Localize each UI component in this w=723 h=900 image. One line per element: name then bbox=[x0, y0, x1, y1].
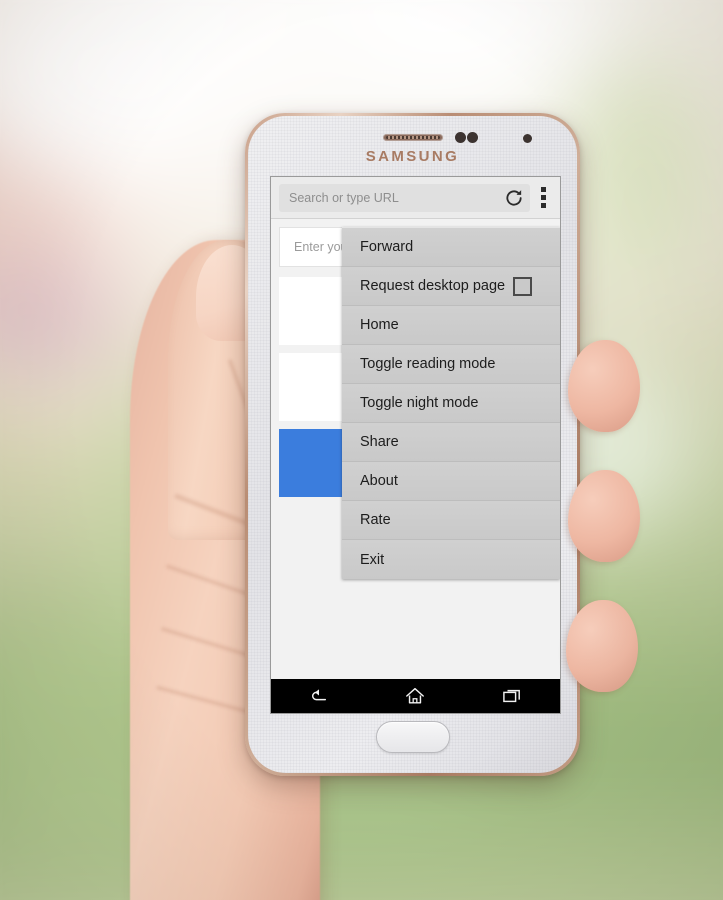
menu-item-label: Exit bbox=[360, 551, 385, 568]
light-sensor-icon bbox=[467, 132, 478, 143]
menu-item-share[interactable]: Share bbox=[342, 423, 560, 462]
menu-item-label: Toggle reading mode bbox=[360, 356, 496, 372]
menu-item-label: About bbox=[360, 473, 398, 489]
earpiece-speaker bbox=[382, 134, 443, 141]
reload-icon[interactable] bbox=[504, 188, 524, 208]
overflow-menu: Forward Request desktop page Home Toggle… bbox=[342, 227, 560, 579]
back-icon[interactable] bbox=[308, 687, 330, 705]
front-camera-icon bbox=[523, 134, 532, 143]
home-icon[interactable] bbox=[404, 686, 426, 706]
menu-item-rate[interactable]: Rate bbox=[342, 501, 560, 540]
menu-item-label: Share bbox=[360, 434, 399, 450]
proximity-sensor-icon bbox=[455, 132, 466, 143]
url-bar[interactable]: Search or type URL bbox=[279, 183, 530, 212]
menu-item-about[interactable]: About bbox=[342, 462, 560, 501]
three-dot-menu-icon[interactable] bbox=[530, 181, 556, 215]
menu-item-label: Rate bbox=[360, 512, 391, 528]
brand-logo: SAMSUNG bbox=[365, 148, 460, 165]
menu-item-home[interactable]: Home bbox=[342, 306, 560, 345]
menu-item-label: Home bbox=[360, 317, 399, 333]
url-input[interactable]: Search or type URL bbox=[289, 191, 504, 205]
phone-body: SAMSUNG Search or type URL Enter your Fo… bbox=[248, 116, 577, 773]
browser-toolbar: Search or type URL bbox=[271, 177, 560, 219]
menu-item-forward[interactable]: Forward bbox=[342, 228, 560, 267]
menu-item-label: Forward bbox=[360, 239, 414, 255]
menu-item-toggle-night-mode[interactable]: Toggle night mode bbox=[342, 384, 560, 423]
menu-item-exit[interactable]: Exit bbox=[342, 540, 560, 579]
request-desktop-checkbox[interactable] bbox=[513, 276, 532, 296]
recent-apps-icon[interactable] bbox=[501, 687, 523, 705]
android-nav-bar bbox=[271, 679, 560, 713]
home-hardware-button[interactable] bbox=[375, 721, 450, 753]
scene: SAMSUNG Search or type URL Enter your Fo… bbox=[0, 0, 723, 900]
menu-item-toggle-reading-mode[interactable]: Toggle reading mode bbox=[342, 345, 560, 384]
phone-device: SAMSUNG Search or type URL Enter your Fo… bbox=[245, 113, 580, 776]
menu-item-label: Toggle night mode bbox=[360, 395, 479, 411]
phone-screen: Search or type URL Enter your Forward Re… bbox=[270, 176, 561, 714]
menu-item-label: Request desktop page bbox=[360, 278, 506, 294]
menu-item-request-desktop-page[interactable]: Request desktop page bbox=[342, 267, 560, 306]
